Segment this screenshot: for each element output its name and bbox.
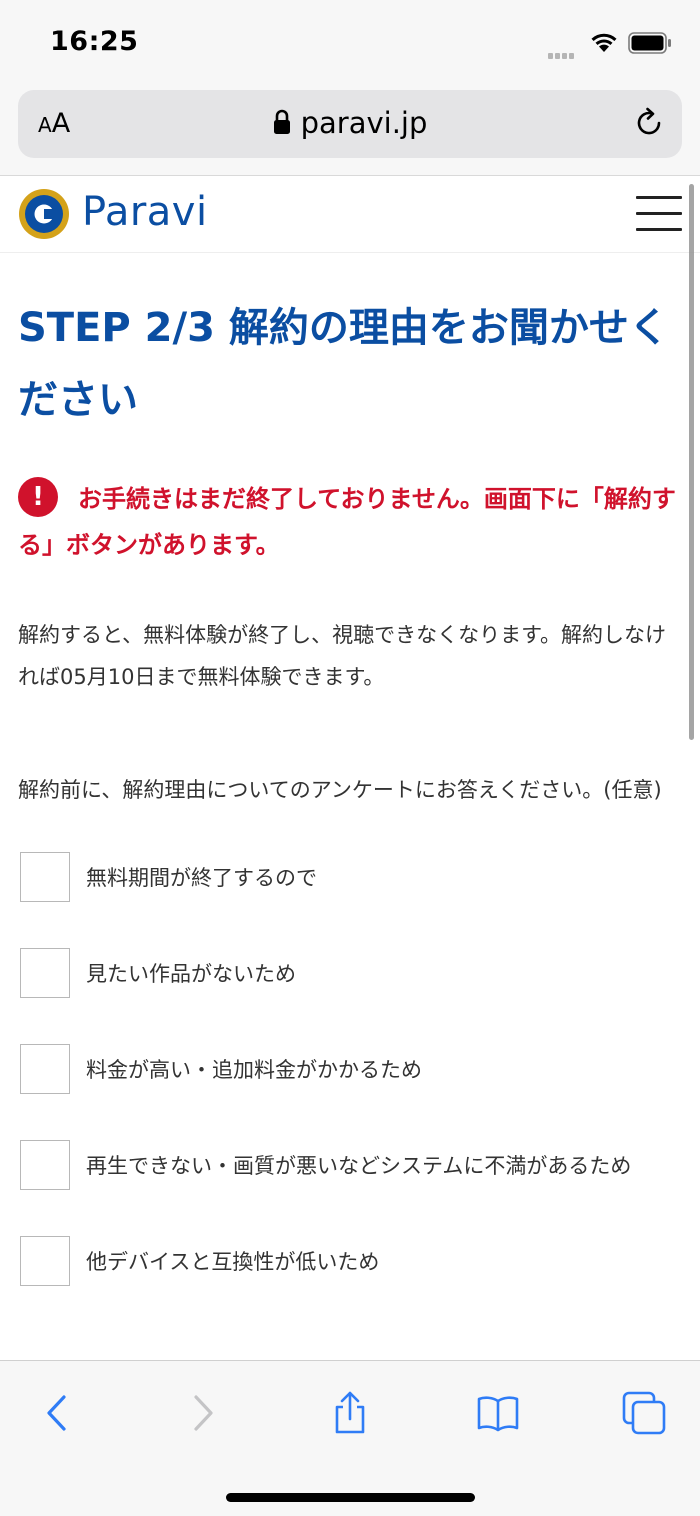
survey-option[interactable]: 料金が高い・追加料金がかかるため: [18, 1044, 682, 1094]
survey-option[interactable]: 再生できない・画質が悪いなどシステムに不満があるため: [18, 1140, 682, 1190]
checkbox[interactable]: [20, 1044, 70, 1094]
page-title: STEP 2/3 解約の理由をお聞かせください: [18, 305, 669, 423]
checkbox[interactable]: [20, 948, 70, 998]
trial-info-text: 解約すると、無料体験が終了し、視聴できなくなります。解約しなければ05月10日ま…: [18, 623, 667, 689]
url-display[interactable]: paravi.jp: [18, 106, 682, 140]
alert-icon: !: [18, 477, 58, 517]
option-label[interactable]: 見たい作品がないため: [86, 948, 646, 994]
main-content: STEP 2/3 解約の理由をお聞かせください ! お手続きはまだ終了しておりませ…: [18, 292, 682, 1332]
survey-intro: 解約前に、解約理由についてのアンケートにお答えください。(任意): [18, 778, 662, 802]
browser-top-bar: AA paravi.jp: [0, 88, 700, 176]
option-label[interactable]: 他デバイスと互換性が低いため: [86, 1236, 646, 1282]
back-icon[interactable]: [36, 1391, 80, 1435]
reload-icon[interactable]: [632, 106, 666, 140]
scrollbar: [689, 184, 694, 740]
option-label[interactable]: 料金が高い・追加料金がかかるため: [86, 1044, 646, 1090]
home-indicator: [226, 1493, 475, 1502]
forward-icon[interactable]: [180, 1391, 224, 1435]
notice-text: お手続きはまだ終了しておりません。画面下に「解約する」ボタンがあります。: [18, 485, 676, 559]
survey-option[interactable]: 見たい作品がないため: [18, 948, 682, 998]
checkbox[interactable]: [20, 1236, 70, 1286]
survey-option[interactable]: 他デバイスと互換性が低いため: [18, 1236, 682, 1286]
address-bar[interactable]: AA paravi.jp: [18, 90, 682, 158]
notice-message: ! お手続きはまだ終了しておりません。画面下に「解約する」ボタンがあります。: [18, 476, 682, 568]
tabs-icon[interactable]: [622, 1391, 666, 1435]
battery-icon: [628, 32, 671, 54]
option-label[interactable]: 無料期間が終了するので: [86, 852, 646, 898]
status-time: 16:25: [50, 26, 139, 57]
survey-option[interactable]: 無料期間が終了するので: [18, 852, 682, 902]
option-label[interactable]: 再生できない・画質が悪いなどシステムに不満があるため: [86, 1140, 646, 1186]
survey-options: 無料期間が終了するので 見たい作品がないため 料金が高い・追加料金がかかるため …: [18, 852, 682, 1286]
status-bar: 16:25: [0, 0, 700, 88]
paravi-logo-icon[interactable]: [18, 188, 70, 240]
wifi-icon: [591, 33, 617, 52]
share-icon[interactable]: [328, 1391, 372, 1435]
lock-icon: [273, 109, 290, 134]
site-header: Paravi: [0, 177, 700, 253]
hamburger-menu-icon[interactable]: [636, 196, 682, 234]
screen: 16:25 AA paravi.jp Paravi STEP 2/3 解約の理由…: [0, 0, 700, 1516]
checkbox[interactable]: [20, 852, 70, 902]
logo-text[interactable]: Paravi: [82, 189, 208, 235]
bookmarks-icon[interactable]: [476, 1391, 520, 1435]
cellular-signal-icon: [548, 44, 576, 63]
url-domain: paravi.jp: [300, 106, 428, 140]
checkbox[interactable]: [20, 1140, 70, 1190]
